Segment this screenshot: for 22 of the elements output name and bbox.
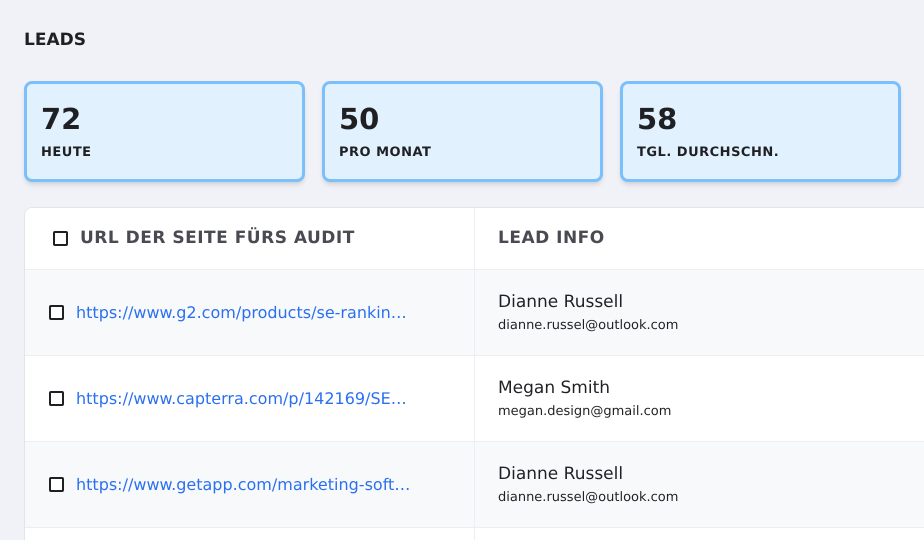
stat-label: PRO MONAT [339, 144, 432, 162]
stat-label: HEUTE [41, 144, 93, 162]
checkbox[interactable] [49, 305, 64, 320]
stat-value: 58 [637, 102, 678, 136]
lead-email: dianne.russel@outlook.com [498, 490, 680, 506]
column-header: URL DER SEITE FÜRS AUDIT [80, 226, 355, 250]
url-link[interactable]: https://www.g2.com/products/se-rankin… [76, 300, 407, 324]
stat-value: 50 [339, 102, 380, 136]
stat-value: 72 [41, 102, 82, 136]
url-link[interactable]: https://www.getapp.com/marketing-soft… [76, 472, 410, 496]
checkbox[interactable] [49, 477, 64, 492]
section-title: LEADS [24, 31, 87, 49]
column-header: LEAD INFO [498, 226, 605, 250]
lead-email: dianne.russel@outlook.com [498, 318, 680, 334]
stat-label: TGL. DURCHSCHN. [637, 144, 780, 162]
lead-name: Dianne Russell [498, 292, 624, 312]
checkbox[interactable] [53, 231, 68, 246]
checkbox[interactable] [49, 391, 64, 406]
lead-name: Dianne Russell [498, 464, 624, 484]
lead-name: Megan Smith [498, 378, 612, 398]
url-link[interactable]: https://www.capterra.com/p/142169/SE… [76, 386, 407, 410]
lead-email: megan.design@gmail.com [498, 404, 672, 420]
